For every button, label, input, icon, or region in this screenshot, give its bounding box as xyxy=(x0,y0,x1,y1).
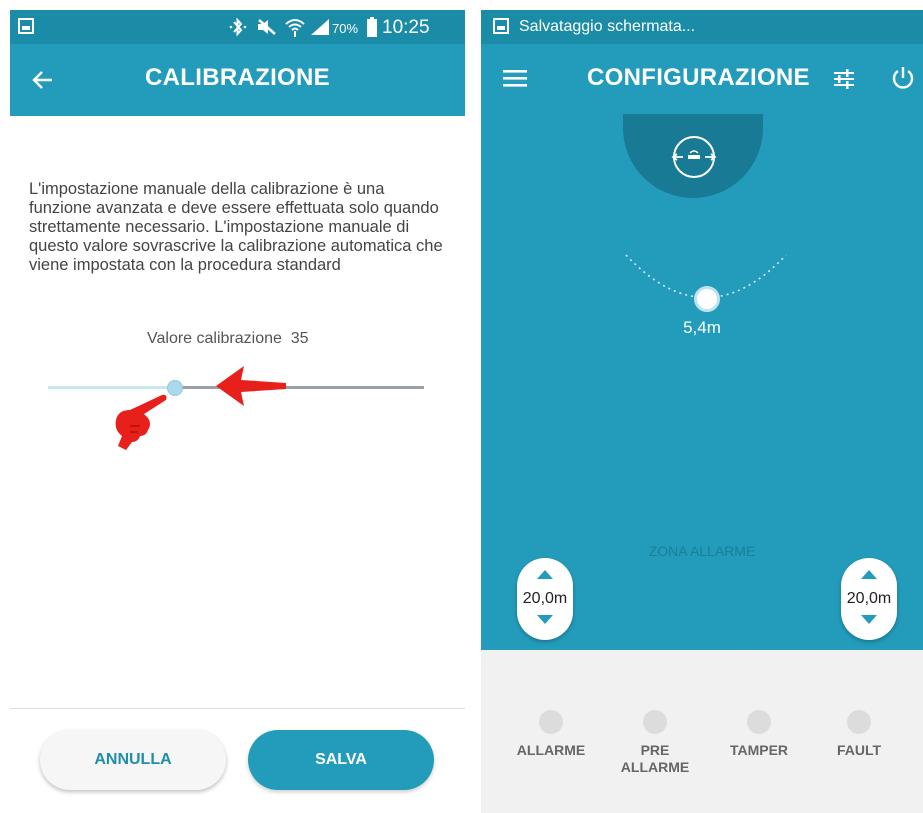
indicator-label: PRE xyxy=(640,742,670,758)
notification-text: Salvataggio schermata... xyxy=(519,18,696,35)
sensor-icon[interactable] xyxy=(671,134,717,180)
calibration-value-label: Valore calibrazione 35 xyxy=(147,330,309,348)
configuration-screen: Salvataggio schermata... CONFIGURAZIONE … xyxy=(481,10,923,813)
distance-handle[interactable] xyxy=(694,286,720,312)
cancel-button[interactable]: ANNULLA xyxy=(40,730,226,790)
calibration-screen: 70% 10:25 CALIBRAZIONE L'impostazione ma… xyxy=(10,10,465,813)
status-led xyxy=(643,710,667,734)
distance-value: 5,4m xyxy=(683,318,721,337)
left-range-stepper[interactable]: 20,0m xyxy=(517,558,573,640)
left-range-value: 20,0m xyxy=(522,590,568,607)
screenshot-notification-icon xyxy=(18,18,34,34)
battery-percentage: 70% xyxy=(332,21,359,36)
signal-icon xyxy=(311,19,329,35)
status-led xyxy=(539,710,563,734)
indicator-label-line2: ALLARME xyxy=(620,759,690,775)
decrease-icon[interactable] xyxy=(537,615,553,624)
indicator-label: TAMPER xyxy=(729,742,789,758)
power-icon[interactable] xyxy=(891,66,915,90)
calibration-value: 35 xyxy=(290,330,309,347)
zone-label: ZONA ALLARME xyxy=(648,543,756,559)
battery-icon xyxy=(367,17,377,37)
calibration-label-text: Valore calibrazione xyxy=(147,330,282,347)
indicator-fault: FAULT xyxy=(809,710,909,759)
footer-divider xyxy=(10,708,465,709)
settings-sliders-icon[interactable] xyxy=(833,68,855,90)
indicator-tamper: TAMPER xyxy=(709,710,809,759)
indicator-label: ALLARME xyxy=(516,742,586,758)
increase-icon[interactable] xyxy=(861,570,877,579)
status-led xyxy=(747,710,771,734)
screenshot-notification-icon xyxy=(493,18,509,34)
page-title: CALIBRAZIONE xyxy=(145,64,330,91)
app-bar: CONFIGURAZIONE xyxy=(481,44,923,116)
indicator-label: FAULT xyxy=(836,742,882,758)
slider-track[interactable] xyxy=(174,386,424,389)
app-bar: CALIBRAZIONE xyxy=(10,44,465,116)
decrease-icon[interactable] xyxy=(861,615,877,624)
clock: 10:25 xyxy=(382,17,430,38)
red-arrow-annotation-icon xyxy=(216,366,286,406)
indicator-allarme: ALLARME xyxy=(501,710,601,759)
page-title: CONFIGURAZIONE xyxy=(587,64,810,91)
indicator-pre-allarme: PRE ALLARME xyxy=(605,710,705,776)
status-bar: 70% 10:25 xyxy=(10,10,465,44)
increase-icon[interactable] xyxy=(537,570,553,579)
pointing-hand-annotation-icon xyxy=(115,394,167,450)
save-button[interactable]: SALVA xyxy=(248,730,434,790)
calibration-description: L'impostazione manuale della calibrazion… xyxy=(29,180,443,274)
slider-track-filled[interactable] xyxy=(48,386,174,389)
status-bar: Salvataggio schermata... xyxy=(481,10,923,44)
right-range-value: 20,0m xyxy=(846,590,892,607)
status-led xyxy=(847,710,871,734)
right-range-stepper[interactable]: 20,0m xyxy=(841,558,897,640)
wifi-icon xyxy=(285,19,305,37)
bluetooth-icon xyxy=(229,18,247,36)
mute-icon xyxy=(258,19,276,35)
menu-icon[interactable] xyxy=(503,68,527,88)
